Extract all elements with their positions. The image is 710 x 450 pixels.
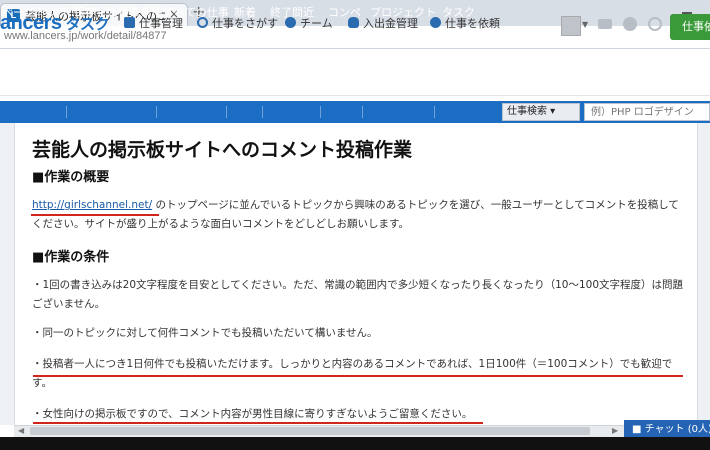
nav-divider [66,106,67,118]
person-icon: ■ [632,424,645,435]
mail-icon[interactable] [598,19,612,29]
nav-divider [320,106,321,118]
conditions-heading: ■作業の条件 [32,250,110,265]
scroll-left-icon[interactable]: ◀ [18,426,24,435]
nav-divider [156,106,157,118]
page-title: 芸能人の掲示板サイトへのコメント投稿作業 [32,139,413,161]
scroll-right-icon[interactable]: ▶ [612,426,618,435]
highlight-underline [33,375,683,377]
globe-icon[interactable] [623,17,637,31]
nav-competition[interactable]: コンペ [328,4,361,20]
nav-new[interactable]: 新着 [234,4,256,20]
girlschannel-link[interactable]: http://girlschannel.net/ [32,199,152,211]
nav-saved-search[interactable]: 保存した検索条件 [74,4,162,20]
nav-page-top[interactable]: ページトップ [2,4,68,20]
post-job-button[interactable]: 仕事依 [670,14,710,40]
nav-divider [226,106,227,118]
condition-item: ・投稿者一人につき1日何件でも投稿いただけます。しっかりと内容のあるコメントであ… [32,358,673,389]
condition-item: ・同一のトピックに対して何件コメントでも投稿いただいて構いません。 [32,327,378,339]
taskbar [0,437,710,450]
nav-ending-soon[interactable]: 終了間近 [270,4,314,20]
highlight-underline [33,422,483,424]
user-avatar[interactable] [561,16,581,36]
nav-project[interactable]: プロジェクト [370,4,436,20]
left-gutter [0,123,14,425]
nav-all-jobs[interactable]: すべての仕事 [164,4,229,20]
site-header [0,49,710,96]
condition-item: ・1回の書き込みは20文字程度を目安としてください。ただ、常識の範囲内で多少短く… [32,279,683,310]
overview-heading: ■作業の概要 [32,170,110,185]
scrollbar-thumb[interactable] [30,427,590,435]
job-search-input[interactable] [584,103,710,121]
highlight-underline [31,214,159,216]
right-gutter [696,123,710,425]
nav-divider [362,106,363,118]
nav-divider [434,106,435,118]
nav-divider [262,106,263,118]
chat-label: チャット (0人) [644,424,710,435]
job-search-select[interactable]: 仕事検索 ▾ [502,103,580,121]
window-minimize-icon[interactable] [680,4,694,14]
help-icon[interactable] [648,17,662,31]
nav-task[interactable]: タスク [442,4,475,20]
chevron-down-icon[interactable]: ▼ [582,20,588,29]
